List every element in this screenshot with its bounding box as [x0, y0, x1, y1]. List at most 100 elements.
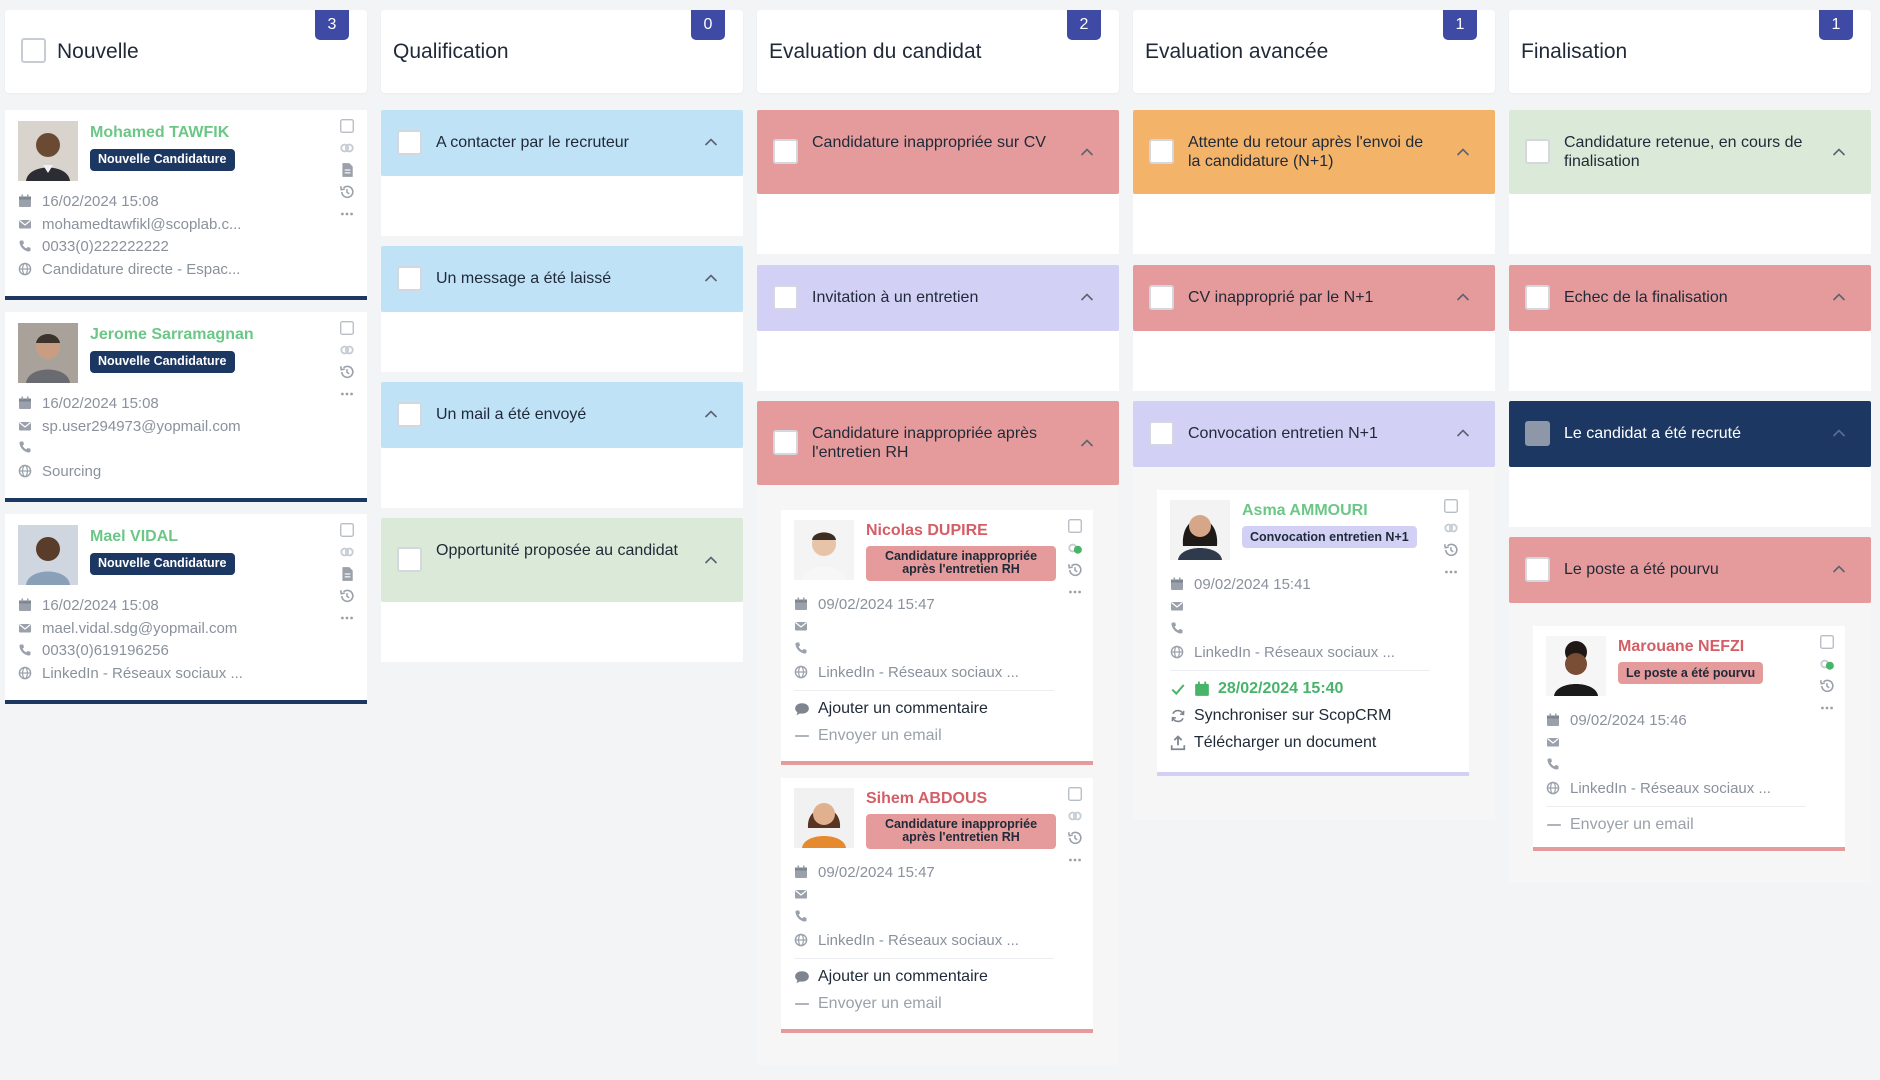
more-icon[interactable] — [339, 386, 355, 402]
group-header[interactable]: A contacter par le recruteur — [381, 110, 743, 176]
sync-crm-button[interactable]: Synchroniser sur ScopCRM — [1170, 707, 1391, 725]
group-checkbox[interactable] — [773, 139, 798, 164]
chevron-up-icon[interactable] — [703, 134, 719, 150]
candidate-name[interactable]: Asma AMMOURI — [1242, 502, 1368, 520]
group-checkbox[interactable] — [397, 130, 422, 155]
card-actions — [1443, 498, 1463, 586]
send-email-button[interactable]: Envoyer un email — [1546, 816, 1694, 834]
add-comment-button[interactable]: Ajouter un commentaire — [794, 700, 988, 718]
more-icon[interactable] — [339, 610, 355, 626]
checkbox-icon[interactable] — [1067, 518, 1083, 534]
checkbox-icon[interactable] — [339, 320, 355, 336]
link-icon[interactable] — [339, 544, 355, 560]
group-header[interactable]: Echec de la finalisation — [1509, 265, 1871, 331]
group-checkbox[interactable] — [773, 430, 798, 455]
document-icon[interactable] — [339, 162, 355, 178]
link-icon[interactable] — [1443, 520, 1459, 536]
group-header[interactable]: Invitation à un entretien — [757, 265, 1119, 331]
more-icon[interactable] — [1067, 852, 1083, 868]
candidate-name[interactable]: Mohamed TAWFIK — [90, 124, 229, 142]
status-group: Le candidat a été recruté — [1509, 401, 1871, 527]
group-checkbox[interactable] — [397, 402, 422, 427]
history-icon[interactable] — [1443, 542, 1459, 558]
group-checkbox[interactable] — [397, 547, 422, 572]
history-icon[interactable] — [339, 184, 355, 200]
group-checkbox[interactable] — [397, 266, 422, 291]
checkbox-icon[interactable] — [1819, 634, 1835, 650]
group-checkbox[interactable] — [1525, 139, 1550, 164]
candidate-name[interactable]: Jerome Sarramagnan — [90, 326, 254, 344]
chevron-up-icon[interactable] — [1079, 144, 1095, 160]
chevron-up-icon[interactable] — [1455, 289, 1471, 305]
candidate-name[interactable]: Mael VIDAL — [90, 528, 178, 546]
history-icon[interactable] — [1067, 562, 1083, 578]
group-header[interactable]: Candidature inappropriée après l'entreti… — [757, 401, 1119, 485]
candidate-card[interactable]: Asma AMMOURI Convocation entretien N+1 0… — [1157, 490, 1469, 776]
chevron-up-icon[interactable] — [1455, 425, 1471, 441]
group-header[interactable]: Convocation entretien N+1 — [1133, 401, 1495, 467]
link-icon[interactable] — [1067, 808, 1083, 824]
chevron-up-icon[interactable] — [1455, 144, 1471, 160]
link-icon[interactable] — [1067, 540, 1083, 556]
candidate-card[interactable]: Nicolas DUPIRE Candidature inappropriée … — [781, 510, 1093, 765]
link-icon[interactable] — [339, 140, 355, 156]
checkbox-icon[interactable] — [1067, 786, 1083, 802]
more-icon[interactable] — [1819, 700, 1835, 716]
group-header[interactable]: Opportunité proposée au candidat — [381, 518, 743, 602]
more-icon[interactable] — [1067, 584, 1083, 600]
group-checkbox[interactable] — [1149, 139, 1174, 164]
history-icon[interactable] — [1819, 678, 1835, 694]
send-email-button[interactable]: Envoyer un email — [794, 995, 942, 1013]
candidate-name[interactable]: Marouane NEFZI — [1618, 638, 1744, 656]
group-header[interactable]: Candidature retenue, en cours de finalis… — [1509, 110, 1871, 194]
candidate-card[interactable]: Sihem ABDOUS Candidature inappropriée ap… — [781, 778, 1093, 1033]
info-date: 16/02/2024 15:08 — [18, 395, 159, 412]
link-icon[interactable] — [1819, 656, 1835, 672]
group-checkbox[interactable] — [1149, 421, 1174, 446]
group-checkbox[interactable] — [773, 285, 798, 310]
checkbox-icon[interactable] — [339, 522, 355, 538]
link-icon[interactable] — [339, 342, 355, 358]
group-checkbox[interactable] — [1525, 285, 1550, 310]
group-header[interactable]: Le poste a été pourvu — [1509, 537, 1871, 603]
upload-document-button[interactable]: Télécharger un document — [1170, 734, 1376, 752]
avatar — [18, 525, 78, 585]
chevron-up-icon[interactable] — [703, 270, 719, 286]
history-icon[interactable] — [339, 588, 355, 604]
chevron-up-icon[interactable] — [703, 406, 719, 422]
history-icon[interactable] — [1067, 830, 1083, 846]
more-icon[interactable] — [339, 206, 355, 222]
candidate-card[interactable]: Mohamed TAWFIK Nouvelle Candidature 16/0… — [5, 110, 367, 300]
chevron-up-icon[interactable] — [1079, 435, 1095, 451]
group-header[interactable]: Le candidat a été recruté — [1509, 401, 1871, 467]
candidate-name[interactable]: Nicolas DUPIRE — [866, 522, 988, 540]
candidate-card[interactable]: Marouane NEFZI Le poste a été pourvu 09/… — [1533, 626, 1845, 851]
group-header[interactable]: Candidature inappropriée sur CV — [757, 110, 1119, 194]
chevron-up-icon[interactable] — [1831, 561, 1847, 577]
history-icon[interactable] — [339, 364, 355, 380]
candidate-card[interactable]: Mael VIDAL Nouvelle Candidature 16/02/20… — [5, 514, 367, 704]
group-checkbox[interactable] — [1525, 557, 1550, 582]
info-phone — [1170, 621, 1194, 637]
chevron-up-icon[interactable] — [703, 552, 719, 568]
select-all-checkbox[interactable] — [21, 38, 46, 63]
group-header[interactable]: Un message a été laissé — [381, 246, 743, 312]
group-header[interactable]: CV inapproprié par le N+1 — [1133, 265, 1495, 331]
checkbox-icon[interactable] — [1443, 498, 1459, 514]
chevron-up-icon[interactable] — [1831, 425, 1847, 441]
send-email-button[interactable]: Envoyer un email — [794, 727, 942, 745]
chevron-up-icon[interactable] — [1831, 289, 1847, 305]
checkbox-icon[interactable] — [339, 118, 355, 134]
document-icon[interactable] — [339, 566, 355, 582]
chevron-up-icon[interactable] — [1079, 289, 1095, 305]
candidate-card[interactable]: Jerome Sarramagnan Nouvelle Candidature … — [5, 312, 367, 502]
group-checkbox[interactable] — [1525, 421, 1550, 446]
group-checkbox[interactable] — [1149, 285, 1174, 310]
scheduled-task[interactable]: 28/02/2024 15:40 — [1170, 680, 1343, 698]
candidate-name[interactable]: Sihem ABDOUS — [866, 790, 987, 808]
add-comment-button[interactable]: Ajouter un commentaire — [794, 968, 988, 986]
more-icon[interactable] — [1443, 564, 1459, 580]
group-header[interactable]: Un mail a été envoyé — [381, 382, 743, 448]
group-header[interactable]: Attente du retour après l'envoi de la ca… — [1133, 110, 1495, 194]
chevron-up-icon[interactable] — [1831, 144, 1847, 160]
